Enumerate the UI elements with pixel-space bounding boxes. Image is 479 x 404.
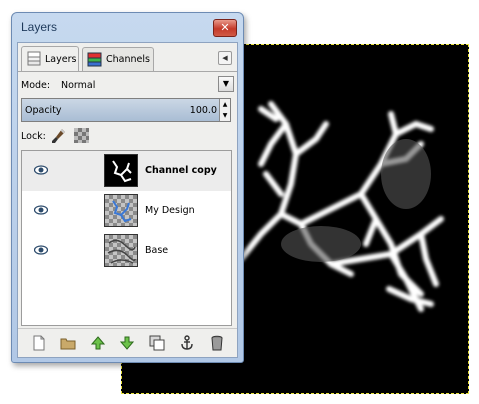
channels-icon [87,52,103,68]
tab-layers-label: Layers [45,53,77,65]
spin-up-icon[interactable]: ▲ [220,99,230,110]
new-layer-icon[interactable] [31,335,47,351]
layer-thumbnail [104,154,138,187]
layers-icon [26,51,42,67]
raise-layer-icon[interactable] [90,335,106,351]
panel-menu-button[interactable]: ◀ [218,51,232,65]
layer-name[interactable]: Base [145,245,168,256]
lower-layer-icon[interactable] [119,335,135,351]
visibility-eye-icon[interactable] [33,205,49,215]
mode-value[interactable]: Normal [61,80,95,91]
delete-layer-icon[interactable] [209,335,225,351]
layer-thumbnail [104,234,138,267]
opacity-spinner[interactable]: ▲ ▼ [219,99,230,121]
visibility-eye-icon[interactable] [33,245,49,255]
lock-alpha-icon[interactable] [74,128,89,143]
opacity-value[interactable]: 100.0 [190,105,217,116]
layers-list: Channel copy My Design Base [21,150,232,326]
layer-name[interactable]: Channel copy [145,165,217,176]
spin-down-icon[interactable]: ▼ [220,110,230,121]
layer-row[interactable]: Channel copy [22,151,231,191]
layers-toolbar [18,328,237,357]
layer-row[interactable]: My Design [22,191,231,231]
layer-name[interactable]: My Design [145,205,195,216]
mode-label: Mode: [21,80,51,91]
tab-channels[interactable]: Channels [82,47,154,71]
anchor-layer-icon[interactable] [179,335,195,351]
dialog-title: Layers [21,20,58,34]
opacity-label: Opacity [25,105,62,116]
layer-row[interactable]: Base [22,231,231,271]
dialog-titlebar[interactable]: Layers ✕ [12,13,243,41]
mode-dropdown-button[interactable]: ▼ [218,76,234,92]
layer-thumbnail [104,194,138,227]
dialog-client: Layers Channels ◀ Mode: Normal ▼ Opacity… [17,42,238,358]
tab-bar: Layers Channels ◀ [18,43,237,72]
tab-channels-label: Channels [106,54,150,65]
lock-pixels-icon[interactable] [51,128,67,144]
opacity-slider[interactable]: Opacity 100.0 ▲ ▼ [21,98,231,122]
visibility-eye-icon[interactable] [33,165,49,175]
chevron-down-icon: ▼ [222,79,230,88]
layers-dialog: Layers ✕ Layers Channels ◀ Mode: Normal … [11,12,244,363]
close-button[interactable]: ✕ [213,19,237,37]
lock-label: Lock: [21,131,46,142]
tab-layers[interactable]: Layers [21,46,79,71]
duplicate-layer-icon[interactable] [149,335,165,351]
new-layer-group-icon[interactable] [60,335,76,351]
